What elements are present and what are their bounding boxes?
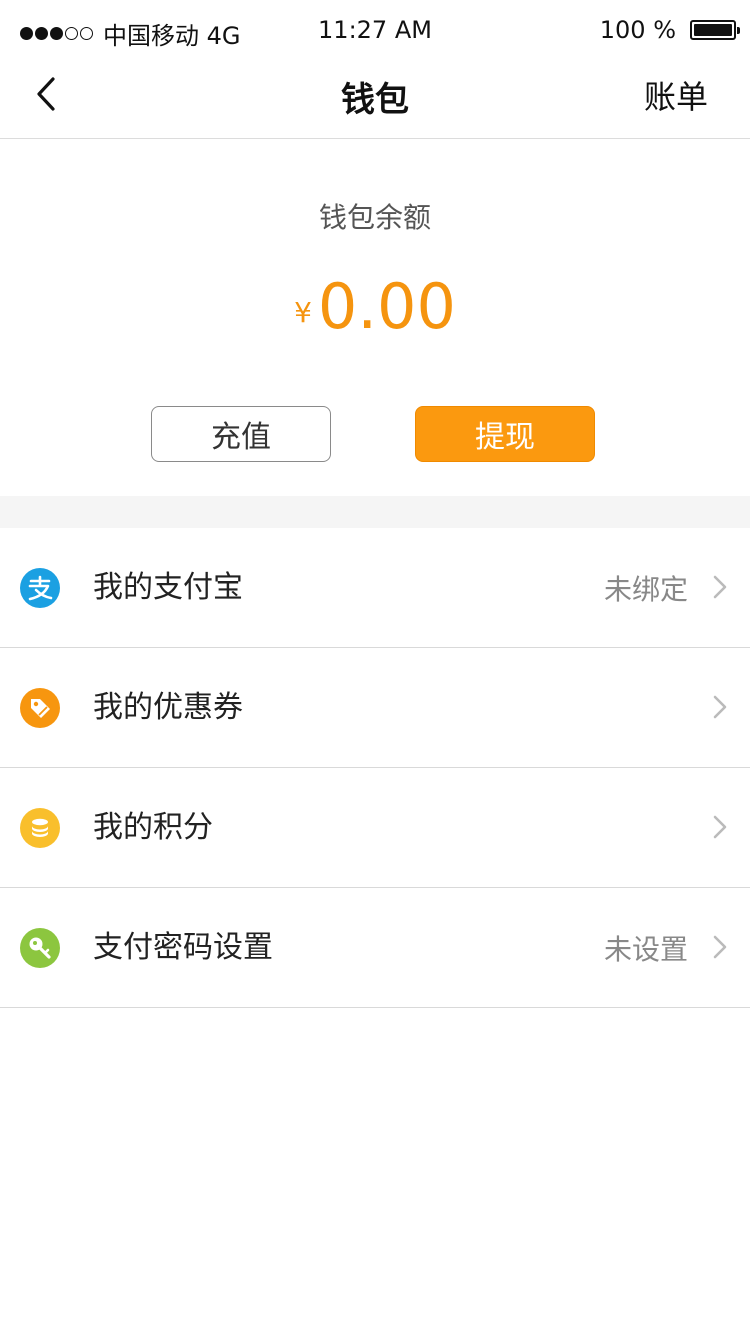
balance-section: 钱包余额 ¥0.00 充值 提现 <box>0 140 750 496</box>
battery-icon <box>690 20 740 40</box>
menu-item-points[interactable]: 我的积分 <box>0 768 750 888</box>
chevron-right-icon <box>713 575 727 599</box>
section-divider <box>0 496 750 528</box>
coins-icon <box>20 808 60 848</box>
menu-item-label: 我的支付宝 <box>93 570 243 605</box>
key-icon <box>20 928 60 968</box>
bill-button[interactable]: 账单 <box>644 72 708 118</box>
balance-value: 0.00 <box>317 270 456 343</box>
balance-amount: ¥0.00 <box>0 270 750 343</box>
menu-item-label: 支付密码设置 <box>93 930 273 965</box>
status-bar: 中国移动 4G 11:27 AM 100 % <box>0 0 750 64</box>
battery-cap <box>737 27 740 34</box>
battery-group: 100 % <box>599 16 740 44</box>
menu-item-alipay[interactable]: 我的支付宝 未绑定 <box>0 528 750 648</box>
chevron-right-icon <box>713 935 727 959</box>
chevron-right-icon <box>713 695 727 719</box>
menu-item-payment-password[interactable]: 支付密码设置 未设置 <box>0 888 750 1008</box>
chevron-right-icon <box>713 815 727 839</box>
menu-item-coupons[interactable]: 我的优惠券 <box>0 648 750 768</box>
balance-label: 钱包余额 <box>318 201 431 234</box>
page-title: 钱包 <box>341 80 409 120</box>
currency-symbol: ¥ <box>294 296 312 329</box>
battery-percent: 100 % <box>599 16 676 44</box>
menu-item-label: 我的积分 <box>93 810 213 845</box>
coupon-tag-icon <box>20 688 60 728</box>
menu-item-status: 未绑定 <box>603 573 688 606</box>
navigation-bar: 钱包 账单 <box>0 64 750 139</box>
battery-fill <box>694 24 732 36</box>
wallet-menu-list: 我的支付宝 未绑定 我的优惠券 我的积分 支付密码设置 未设置 <box>0 528 750 1008</box>
menu-item-status: 未设置 <box>603 933 688 966</box>
recharge-button[interactable]: 充值 <box>151 406 331 462</box>
withdraw-button[interactable]: 提现 <box>415 406 595 462</box>
menu-item-label: 我的优惠券 <box>93 690 243 725</box>
alipay-icon <box>20 568 60 608</box>
